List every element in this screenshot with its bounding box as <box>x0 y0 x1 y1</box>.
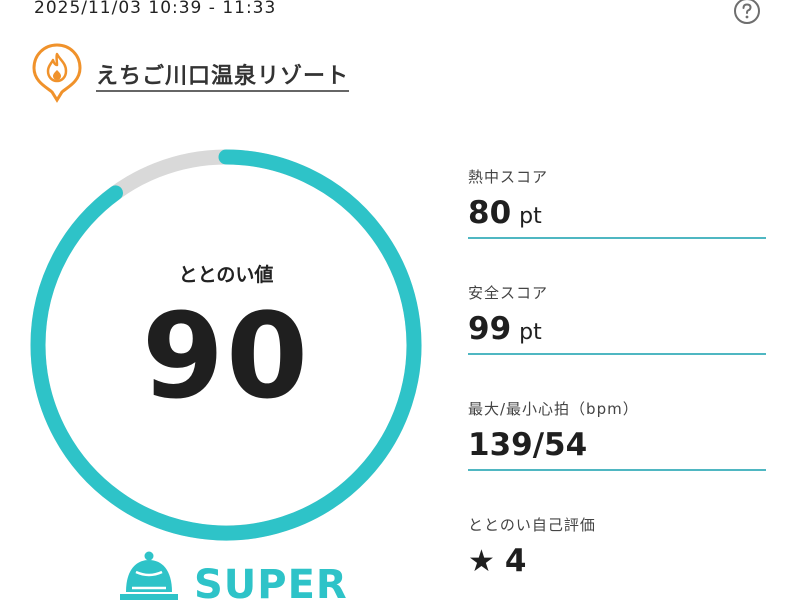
gauge-value: 90 <box>141 287 311 425</box>
stat-label: 安全スコア <box>468 284 549 302</box>
session-result-screen: 2025/11/03 10:39 - 11:33 えちご川口温泉リゾート ととの… <box>0 0 800 600</box>
stat-label: 最大/最小心拍（bpm） <box>468 400 639 418</box>
stat-value: ★ 4 <box>468 543 766 585</box>
stat-self-rating: ととのい自己評価 ★ 4 <box>468 514 766 585</box>
stat-number: 99 <box>468 311 512 347</box>
stat-heart-rate: 最大/最小心拍（bpm） 139/54 <box>468 398 766 471</box>
facility-name[interactable]: えちご川口温泉リゾート <box>96 58 349 90</box>
stat-number: 4 <box>504 543 527 579</box>
stat-number: 80 <box>468 195 512 231</box>
flame-pin-icon <box>32 43 82 103</box>
stat-label: ととのい自己評価 <box>468 516 596 534</box>
totonoi-gauge: ととのい値 90 <box>24 143 428 547</box>
stat-safety-score: 安全スコア 99 pt <box>468 282 766 355</box>
rank-label: SUPER <box>194 562 348 600</box>
stat-unit: pt <box>519 320 542 345</box>
star-icon: ★ <box>468 544 495 579</box>
stat-label: 熱中スコア <box>468 168 549 186</box>
session-datetime: 2025/11/03 10:39 - 11:33 <box>34 0 277 18</box>
stat-value: 80 pt <box>468 195 766 239</box>
stat-number: 139/54 <box>468 427 588 463</box>
stat-value: 99 pt <box>468 311 766 355</box>
stat-heat-score: 熱中スコア 80 pt <box>468 166 766 239</box>
facility-link[interactable]: えちご川口温泉リゾート <box>30 42 349 103</box>
stat-value: 139/54 <box>468 427 766 471</box>
sauna-hat-icon <box>120 551 178 600</box>
stat-unit: pt <box>519 204 542 229</box>
rank-badge: SUPER <box>118 548 348 600</box>
help-circle-icon[interactable] <box>733 0 761 25</box>
gauge-label: ととのい値 <box>178 264 274 286</box>
